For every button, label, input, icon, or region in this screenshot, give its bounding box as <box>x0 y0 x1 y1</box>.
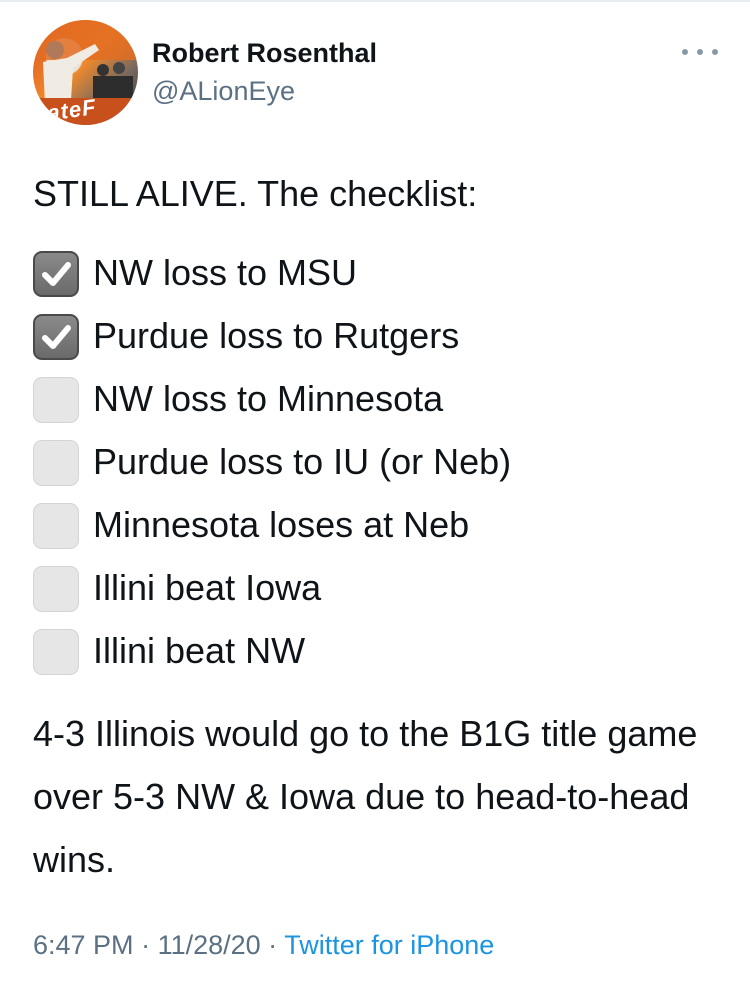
display-name[interactable]: Robert Rosenthal <box>152 38 377 69</box>
checked-box-icon <box>33 251 79 297</box>
unchecked-box-icon <box>33 629 79 675</box>
checklist-item: NW loss to Minnesota <box>33 374 723 437</box>
unchecked-box-icon <box>33 377 79 423</box>
tweet-source-link[interactable]: Twitter for iPhone <box>284 930 494 960</box>
tweet-meta: 6:47 PM · 11/28/20 · Twitter for iPhone <box>33 930 494 961</box>
checklist-item-label: NW loss to Minnesota <box>93 378 444 419</box>
checked-box-icon <box>33 314 79 360</box>
meta-separator: · <box>260 930 285 960</box>
checklist-item-label: Purdue loss to Rutgers <box>93 315 460 356</box>
checklist-item-label: Purdue loss to IU (or Neb) <box>93 441 512 482</box>
checklist: NW loss to MSU Purdue loss to Rutgers NW… <box>33 248 723 689</box>
unchecked-box-icon <box>33 503 79 549</box>
more-options-icon[interactable] <box>682 42 718 62</box>
more-dot <box>712 49 718 55</box>
checklist-item-label: Minnesota loses at Neb <box>93 504 470 545</box>
top-divider <box>0 0 750 2</box>
checklist-item: NW loss to MSU <box>33 248 723 311</box>
checklist-item: Purdue loss to Rutgers <box>33 311 723 374</box>
more-dot <box>682 49 688 55</box>
checklist-item-label: NW loss to MSU <box>93 252 358 293</box>
unchecked-box-icon <box>33 566 79 612</box>
tweet-closing-text: 4-3 Illinois would go to the B1G title g… <box>33 713 698 880</box>
unchecked-box-icon <box>33 440 79 486</box>
checklist-item: Illini beat NW <box>33 626 723 689</box>
checklist-item-label: Illini beat Iowa <box>93 567 322 608</box>
tweet-date[interactable]: 11/28/20 <box>158 930 261 960</box>
tweet-time[interactable]: 6:47 PM <box>33 930 134 960</box>
tweet-intro: STILL ALIVE. The checklist: <box>33 173 478 214</box>
meta-separator: · <box>133 930 158 960</box>
checklist-item: Illini beat Iowa <box>33 563 723 626</box>
avatar[interactable]: tateF <box>33 20 138 125</box>
more-dot <box>697 49 703 55</box>
user-handle[interactable]: @ALionEye <box>152 76 295 107</box>
checklist-item-label: Illini beat NW <box>93 630 306 671</box>
checklist-item: Minnesota loses at Neb <box>33 500 723 563</box>
checklist-item: Purdue loss to IU (or Neb) <box>33 437 723 500</box>
